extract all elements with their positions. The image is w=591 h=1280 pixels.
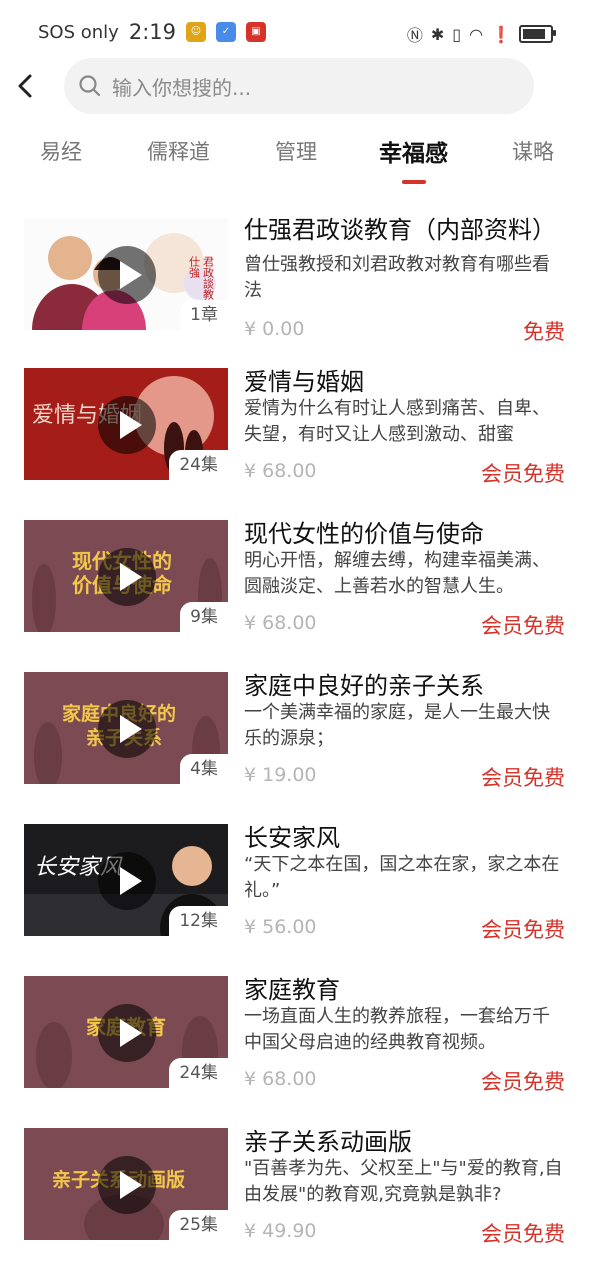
nfc-icon: Ⓝ (406, 26, 423, 45)
course-description: 爱情为什么有时让人感到痛苦、自卑、失望，有时又让人感到激动、甜蜜 (244, 398, 550, 445)
search-placeholder[interactable]: 输入你想搜的... (112, 72, 251, 101)
member-free-tag: 会员免费 (481, 766, 565, 790)
search-icon (79, 75, 101, 97)
list-item[interactable]: 家庭教育 24集 家庭教育 一场直面人生的教养旅程，一套给万千中国父母启迪的经典… (0, 968, 591, 1108)
status-bar: SOS only 2:19 ☺ ✓ ▣ Ⓝ ✱ ▯ ◠ ❗ (0, 0, 591, 64)
tab-xingfugan[interactable]: 幸福感 (379, 134, 448, 168)
list-item[interactable]: 家庭中良好的 亲子关系 4集 家庭中良好的亲子关系 一个美满幸福的家庭，是人一生… (0, 664, 591, 804)
play-icon[interactable] (98, 1156, 156, 1214)
list-item[interactable]: 爱情与婚姻 24集 爱情与婚姻 爱情为什么有时让人感到痛苦、自卑、失望，有时又让… (0, 360, 591, 500)
course-title[interactable]: 家庭中良好的亲子关系 (244, 666, 568, 701)
free-tag: 免费 (523, 320, 565, 344)
member-free-tag: 会员免费 (481, 614, 565, 638)
episode-count: 4集 (180, 754, 228, 784)
course-thumbnail[interactable]: 爱情与婚姻 24集 (24, 368, 228, 480)
clock: 2:19 (128, 20, 176, 44)
category-tabs: 易经 儒释道 管理 幸福感 谋略 (0, 128, 591, 188)
course-price: ¥ 68.00 (244, 1068, 317, 1090)
tab-guanli[interactable]: 管理 (275, 136, 317, 166)
course-title[interactable]: 长安家风 (244, 818, 568, 853)
list-item[interactable]: 现代女性的 价值与使命 9集 现代女性的价值与使命 明心开悟，解缠去缚，构建幸福… (0, 512, 591, 652)
back-button[interactable] (12, 64, 52, 108)
member-free-tag: 会员免费 (481, 462, 565, 486)
list-item[interactable]: 仕強 君政談教 1章 仕强君政谈教育（内部资料） 曾仕强教授和刘君政教对教育有哪… (0, 208, 591, 348)
course-price: ¥ 19.00 (244, 764, 317, 786)
course-description: 一个美满幸福的家庭，是人一生最大快乐的源泉； (244, 702, 550, 749)
course-title[interactable]: 家庭教育 (244, 970, 568, 1005)
app-badge-1-icon: ☺ (186, 22, 206, 42)
course-description: 明心开悟，解缠去缚，构建幸福美满、圆融淡定、上善若水的智慧人生。 (244, 550, 550, 597)
member-free-tag: 会员免费 (481, 1070, 565, 1094)
alert-icon: ❗ (491, 24, 511, 44)
course-description: "百善孝为先、父权至上"与"爱的教育,自由发展"的教育观,究竟孰是孰非? (244, 1158, 563, 1205)
play-icon[interactable] (98, 548, 156, 606)
thumb-title-text: 仕強 (188, 256, 201, 279)
course-price: ¥ 49.90 (244, 1220, 317, 1242)
app-badge-2-icon: ✓ (216, 22, 236, 42)
header: 输入你想搜的... (0, 58, 591, 116)
course-title[interactable]: 仕强君政谈教育（内部资料） (244, 210, 568, 245)
list-item[interactable]: 亲子关系动画版 25集 亲子关系动画版 "百善孝为先、父权至上"与"爱的教育,自… (0, 1120, 591, 1260)
play-icon[interactable] (98, 396, 156, 454)
course-price: ¥ 56.00 (244, 916, 317, 938)
course-price: ¥ 0.00 (244, 318, 305, 340)
course-price: ¥ 68.00 (244, 612, 317, 634)
episode-count: 24集 (169, 450, 228, 480)
search-bar[interactable]: 输入你想搜的... (64, 58, 534, 114)
play-icon[interactable] (98, 700, 156, 758)
episode-count: 1章 (180, 300, 228, 330)
course-description: 一场直面人生的教养旅程，一套给万千中国父母启迪的经典教育视频。 (244, 1006, 550, 1053)
course-description: “天下之本在国，国之本在家，家之本在礼。” (244, 854, 560, 901)
course-title[interactable]: 现代女性的价值与使命 (244, 514, 568, 549)
course-title[interactable]: 爱情与婚姻 (244, 362, 568, 397)
episode-count: 9集 (180, 602, 228, 632)
vibrate-icon: ▯ (452, 24, 462, 44)
tab-yijing[interactable]: 易经 (40, 136, 82, 166)
carrier-text: SOS only (38, 21, 119, 43)
wifi-icon: ◠ (469, 24, 484, 44)
course-thumbnail[interactable]: 现代女性的 价值与使命 9集 (24, 520, 228, 632)
episode-count: 24集 (169, 1058, 228, 1088)
battery-icon (519, 25, 556, 43)
tab-rushidao[interactable]: 儒释道 (147, 136, 210, 166)
course-thumbnail[interactable]: 家庭中良好的 亲子关系 4集 (24, 672, 228, 784)
course-thumbnail[interactable]: 亲子关系动画版 25集 (24, 1128, 228, 1240)
active-tab-indicator (402, 180, 426, 184)
play-icon[interactable] (98, 852, 156, 910)
thumb-subtitle-text: 君政談教 (202, 256, 215, 301)
tab-moulue[interactable]: 谋略 (512, 136, 554, 166)
course-description: 曾仕强教授和刘君政教对教育有哪些看法 (244, 254, 550, 301)
course-thumbnail[interactable]: 家庭教育 24集 (24, 976, 228, 1088)
course-thumbnail[interactable]: 长安家风 12集 (24, 824, 228, 936)
chevron-left-icon (18, 74, 32, 98)
app-badge-3-icon: ▣ (246, 22, 266, 42)
course-title[interactable]: 亲子关系动画版 (244, 1122, 568, 1157)
member-free-tag: 会员免费 (481, 918, 565, 942)
course-price: ¥ 68.00 (244, 460, 317, 482)
member-free-tag: 会员免费 (481, 1222, 565, 1246)
list-item[interactable]: 长安家风 12集 长安家风 “天下之本在国，国之本在家，家之本在礼。” ¥ 56… (0, 816, 591, 956)
play-icon[interactable] (98, 1004, 156, 1062)
episode-count: 12集 (169, 906, 228, 936)
episode-count: 25集 (169, 1210, 228, 1240)
course-thumbnail[interactable]: 仕強 君政談教 1章 (24, 218, 228, 330)
play-icon[interactable] (98, 246, 156, 304)
bluetooth-icon: ✱ (430, 24, 445, 44)
